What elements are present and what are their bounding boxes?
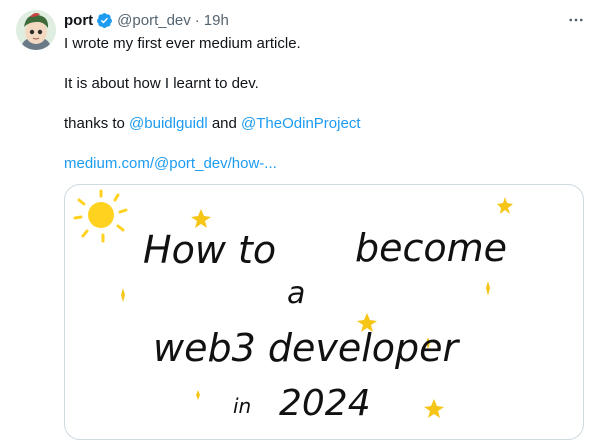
article-link[interactable]: medium.com/@port_dev/how-... xyxy=(64,155,277,172)
article-image: How to become a web3 developer in 2024 xyxy=(73,189,513,424)
avatar[interactable] xyxy=(16,10,56,50)
title-line-in: in xyxy=(233,394,251,418)
title-line-how-to: How to xyxy=(143,228,276,272)
timestamp[interactable]: 19h xyxy=(204,12,229,29)
more-options-button[interactable] xyxy=(564,10,588,30)
mention-link[interactable]: @TheOdinProject xyxy=(241,115,360,132)
verified-badge-icon xyxy=(96,12,113,29)
tweet-line: thanks to @buidlguidl and @TheOdinProjec… xyxy=(64,114,584,134)
media-card[interactable]: How to become a web3 developer in 2024 xyxy=(64,184,584,440)
title-line-a: a xyxy=(287,276,305,311)
tweet-text: I wrote my first ever medium article. It… xyxy=(64,34,584,174)
avatar-icon xyxy=(16,10,56,50)
title-line-become: become xyxy=(355,226,507,270)
tweet-line: I wrote my first ever medium article. xyxy=(64,35,301,52)
mention-link[interactable]: @buidlguidl xyxy=(129,115,208,132)
author-handle[interactable]: @port_dev xyxy=(117,12,191,29)
separator: · xyxy=(194,11,200,29)
author-name[interactable]: port xyxy=(64,12,93,29)
title-line-web3-developer: web3 developer xyxy=(153,326,461,370)
thanks-text: thanks to xyxy=(64,115,125,132)
and-text: and xyxy=(211,115,237,132)
sun-icon xyxy=(73,189,128,243)
tweet-line: medium.com/@port_dev/how-... xyxy=(64,154,584,174)
tweet-line: It is about how I learnt to dev. xyxy=(64,75,259,92)
title-line-year: 2024 xyxy=(279,383,371,424)
tweet-header: port @port_dev · 19h xyxy=(64,10,229,30)
tweet: port @port_dev · 19h I wrote my first ev… xyxy=(0,0,600,446)
more-dots-icon xyxy=(569,18,583,22)
